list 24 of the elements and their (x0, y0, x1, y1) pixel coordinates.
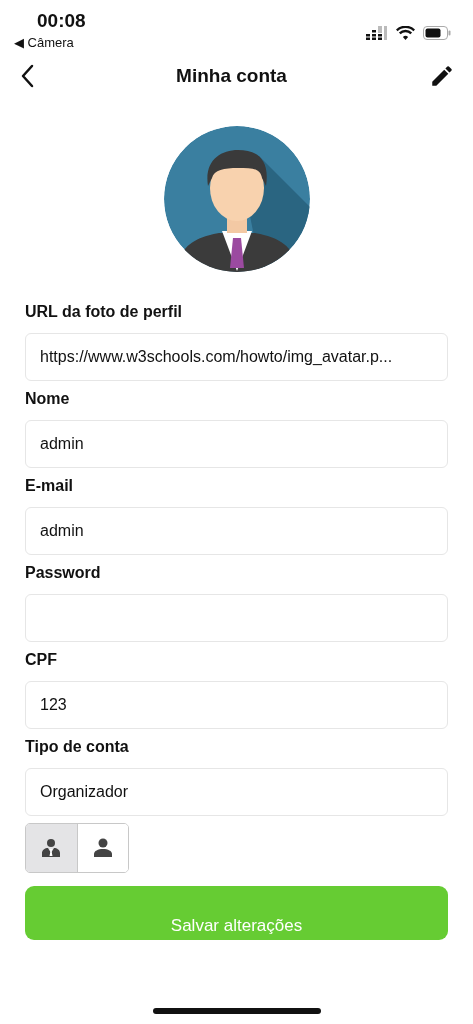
text-field[interactable]: Organizador (25, 768, 448, 816)
wifi-icon (396, 26, 415, 40)
text-field[interactable]: admin (25, 507, 448, 555)
field-label: CPF (25, 651, 58, 669)
signal-icon (366, 26, 388, 40)
back-to-app-link[interactable]: ◀ Câmera (14, 35, 86, 50)
account-type-segment[interactable] (26, 824, 77, 872)
field-label: URL da foto de perfil (25, 303, 184, 321)
businessman-icon (41, 838, 62, 858)
edit-button[interactable] (429, 63, 455, 89)
text-field[interactable] (25, 594, 448, 642)
text-field[interactable]: admin (25, 420, 448, 468)
battery-icon (423, 26, 451, 40)
text-field[interactable]: https://www.w3schools.com/howto/img_avatar.p... (25, 333, 448, 381)
field-label: Tipo de conta (25, 738, 130, 756)
text-field[interactable]: 123 (25, 681, 448, 729)
screen-title: Minha conta (176, 65, 287, 87)
account-type-segment[interactable] (76, 824, 128, 872)
field-label: E-mail (25, 477, 74, 495)
field-label: Password (25, 564, 102, 582)
person-icon (92, 838, 113, 858)
status-time: 00:08 (36, 10, 86, 32)
field-label: Nome (25, 390, 71, 408)
back-button[interactable] (20, 64, 34, 88)
